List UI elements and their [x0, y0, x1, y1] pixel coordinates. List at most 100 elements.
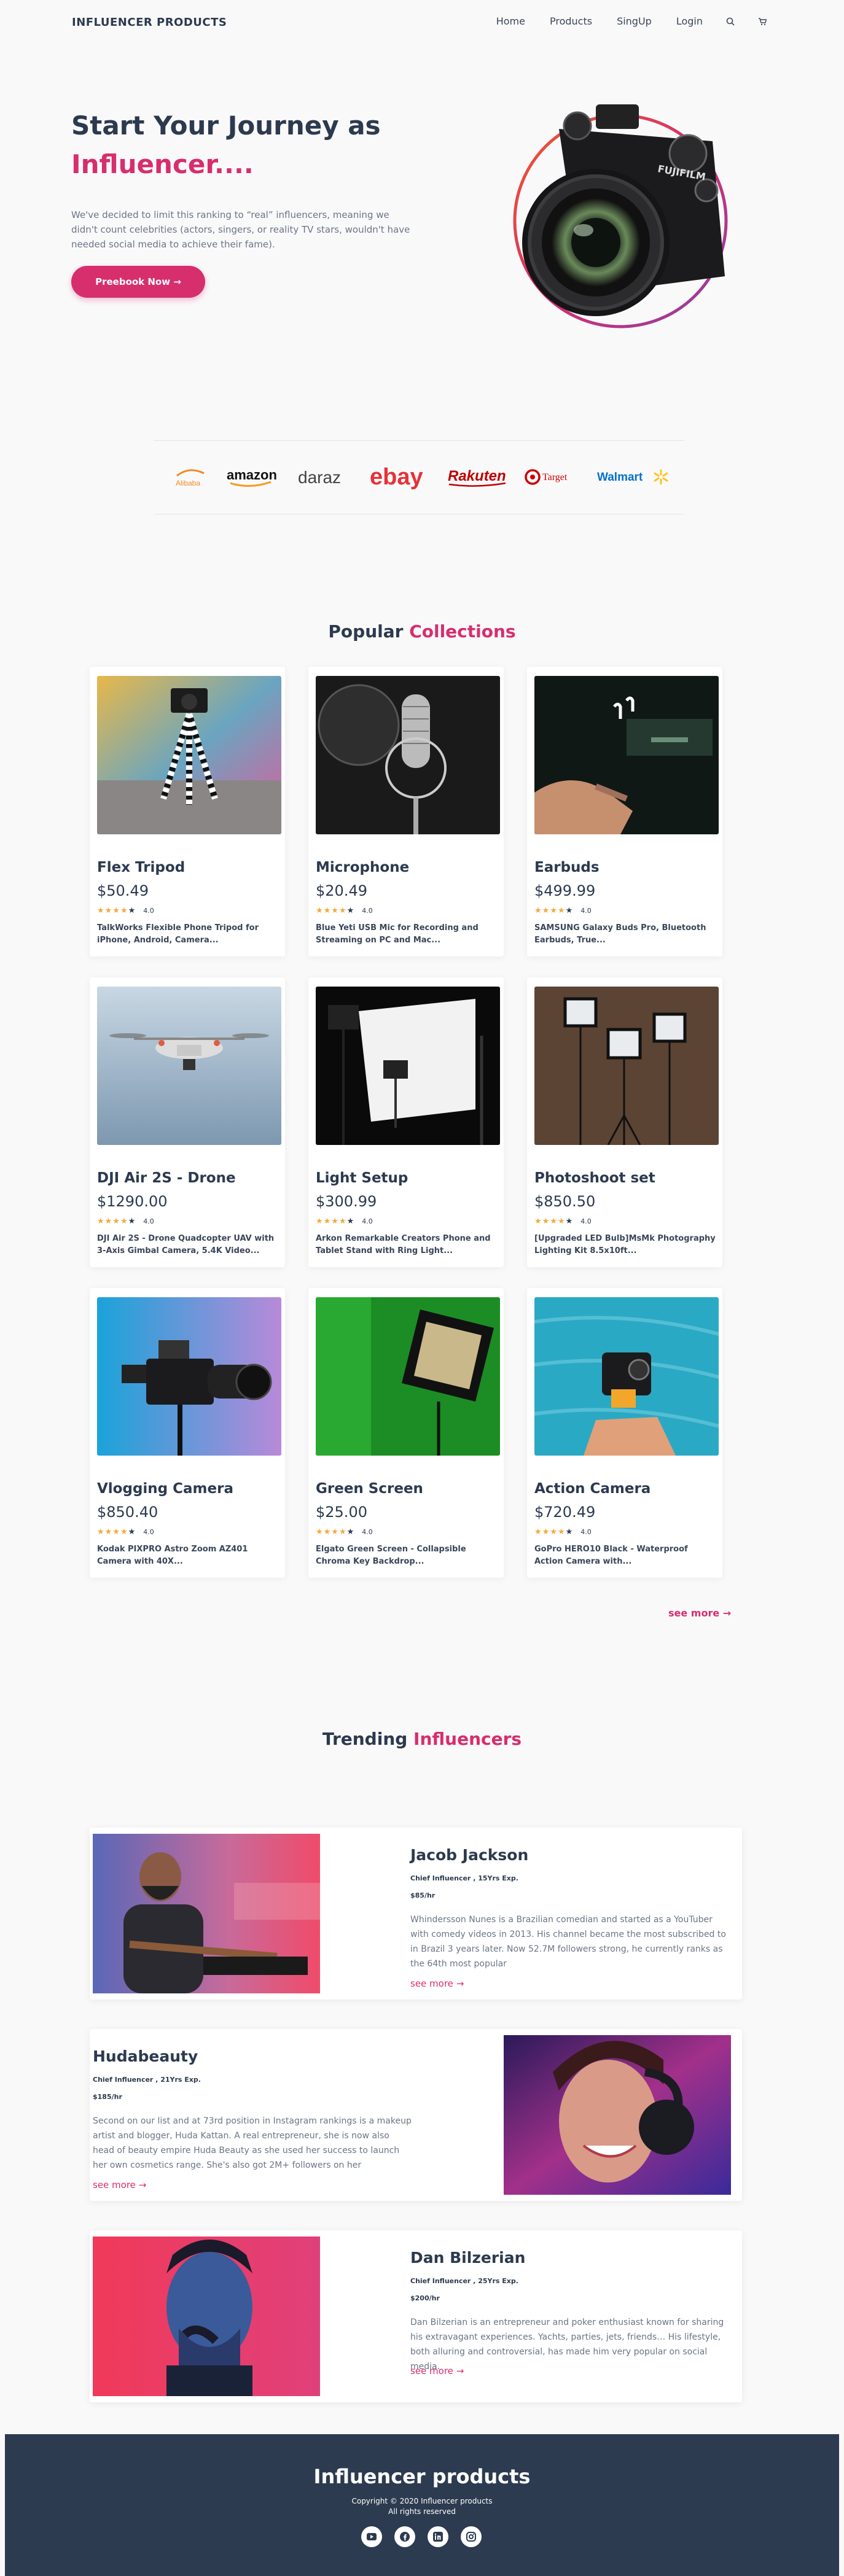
influencer-bio: Whindersson Nunes is a Brazilian comedia…	[410, 1915, 726, 1969]
influencer-see-more-link[interactable]: see more →	[93, 2179, 146, 2190]
rakuten-logo[interactable]: Rakuten	[447, 465, 508, 489]
product-card-earbuds[interactable]: Earbuds $499.99 ★★★★★ 4.0 SAMSUNG Galaxy …	[527, 667, 722, 956]
hero-camera-illustration: FUJIFILM	[491, 92, 737, 338]
product-description: Elgato Green Screen - Collapsible Chroma…	[316, 1545, 466, 1566]
product-image-action-camera	[534, 1297, 719, 1456]
influencer-name: Hudabeauty	[93, 2047, 198, 2065]
product-image-drone	[97, 987, 281, 1145]
influencers-title-accent: Influencers	[413, 1729, 522, 1749]
footer-title: Influencer products	[313, 2465, 531, 2488]
product-description: TalkWorks Flexible Phone Tripod for iPho…	[97, 923, 259, 945]
product-price: $850.40	[97, 1503, 158, 1521]
product-name: DJI Air 2S - Drone	[97, 1170, 236, 1186]
hero-title-line1: Start Your Journey as	[71, 111, 381, 141]
svg-text:Target: Target	[542, 472, 568, 483]
product-description: Arkon Remarkable Creators Phone and Tabl…	[316, 1234, 491, 1255]
nav-home-link[interactable]: Home	[496, 15, 525, 27]
star-rating-icon: ★★★★★	[97, 1527, 136, 1537]
influencer-card-dan-bilzerian[interactable]: Dan Bilzerian Chief Influencer , 25Yrs E…	[90, 2230, 742, 2402]
nav-signup-link[interactable]: SingUp	[617, 15, 652, 27]
product-price: $499.99	[534, 882, 596, 899]
instagram-icon[interactable]	[461, 2526, 482, 2547]
svg-text:Alibaba: Alibaba	[176, 479, 200, 487]
product-card-light-setup[interactable]: Light Setup $300.99 ★★★★★ 4.0 Arkon Remar…	[308, 977, 504, 1267]
collections-title-accent: Collections	[409, 621, 516, 642]
svg-text:Rakuten: Rakuten	[448, 468, 506, 484]
product-card-green-screen[interactable]: Green Screen $25.00 ★★★★★ 4.0 Elgato Gree…	[308, 1288, 504, 1578]
amazon-logo[interactable]: amazon	[225, 465, 281, 489]
product-card-action-camera[interactable]: Action Camera $720.49 ★★★★★ 4.0 GoPro HER…	[527, 1288, 722, 1578]
product-price: $850.50	[534, 1193, 596, 1210]
star-rating-icon: ★★★★★	[316, 906, 355, 915]
product-rating: ★★★★★ 4.0	[534, 1217, 592, 1226]
rating-value: 4.0	[580, 907, 592, 915]
influencer-rate: $200/hr	[410, 2294, 440, 2302]
product-price: $20.49	[316, 882, 367, 899]
product-card-drone[interactable]: DJI Air 2S - Drone $1290.00 ★★★★★ 4.0 DJI…	[90, 977, 285, 1267]
product-image-tripod	[97, 676, 281, 834]
brand-logo-text[interactable]: INFLUENCER PRODUCTS	[72, 16, 227, 29]
star-rating-icon: ★★★★★	[534, 1527, 574, 1537]
prebook-now-button[interactable]: Preebook Now →	[71, 266, 205, 298]
rating-value: 4.0	[362, 1528, 373, 1536]
collections-see-more-link[interactable]: see more →	[668, 1607, 731, 1619]
product-image-green-screen	[316, 1297, 500, 1456]
product-card-photoshoot-set[interactable]: Photoshoot set $850.50 ★★★★★ 4.0 [Upgrade…	[527, 977, 722, 1267]
product-name: Earbuds	[534, 859, 600, 875]
product-description: Kodak PIXPRO Astro Zoom AZ401 Camera wit…	[97, 1545, 248, 1566]
influencer-see-more-link[interactable]: see more →	[410, 2365, 464, 2376]
hero-title-line2: Influencer....	[71, 149, 254, 179]
collections-title-main: Popular	[328, 621, 410, 642]
product-card-vlogging-camera[interactable]: Vlogging Camera $850.40 ★★★★★ 4.0 Kodak P…	[90, 1288, 285, 1578]
svg-text:ebay: ebay	[370, 464, 423, 490]
facebook-icon[interactable]	[394, 2526, 415, 2547]
influencers-section-title: Trending Influencers	[0, 1729, 844, 1749]
daraz-logo[interactable]: daraz	[297, 465, 352, 489]
youtube-icon[interactable]	[361, 2526, 382, 2547]
product-card-microphone[interactable]: Microphone $20.49 ★★★★★ 4.0 Blue Yeti USB…	[308, 667, 504, 956]
influencer-card-jacob-jackson[interactable]: Jacob Jackson Chief Influencer , 15Yrs E…	[90, 1828, 742, 2000]
influencer-role: Chief Influencer , 21Yrs Exp.	[93, 2076, 201, 2084]
search-icon[interactable]	[726, 17, 735, 26]
product-name: Microphone	[316, 859, 410, 875]
star-rating-icon: ★★★★★	[97, 1217, 136, 1226]
see-more-label: see more	[668, 1607, 720, 1619]
alibaba-logo[interactable]: Alibaba	[172, 465, 209, 489]
product-image-earbuds	[534, 676, 719, 834]
product-description: SAMSUNG Galaxy Buds Pro, Bluetooth Earbu…	[534, 923, 706, 945]
svg-text:amazon: amazon	[227, 467, 277, 483]
product-name: Light Setup	[316, 1170, 408, 1186]
nav-login-link[interactable]: Login	[676, 15, 703, 27]
product-rating: ★★★★★ 4.0	[97, 1217, 154, 1226]
rating-value: 4.0	[362, 907, 373, 915]
influencer-photo	[93, 1834, 320, 1993]
influencer-name: Dan Bilzerian	[410, 2249, 526, 2267]
nav-links: Home Products SingUp Login	[472, 15, 767, 27]
influencer-name: Jacob Jackson	[410, 1846, 529, 1864]
product-card-flex-tripod[interactable]: Flex Tripod $50.49 ★★★★★ 4.0 TalkWorks Fl…	[90, 667, 285, 956]
cart-icon[interactable]	[758, 17, 767, 26]
rights-line: All rights reserved	[388, 2507, 456, 2516]
star-rating-icon: ★★★★★	[97, 906, 136, 915]
walmart-logo[interactable]: Walmart	[596, 465, 670, 489]
product-name: Action Camera	[534, 1481, 651, 1497]
nav-products-link[interactable]: Products	[550, 15, 592, 27]
product-description: GoPro HERO10 Black - Waterproof Action C…	[534, 1545, 688, 1566]
star-rating-icon: ★★★★★	[316, 1527, 355, 1537]
influencer-card-hudabeauty[interactable]: Hudabeauty Chief Influencer , 21Yrs Exp.…	[90, 2029, 742, 2201]
see-more-label: see more	[93, 2179, 136, 2190]
influencer-photo	[93, 2237, 320, 2396]
product-image-light-setup	[316, 987, 500, 1145]
product-description: DJI Air 2S - Drone Quadcopter UAV with 3…	[97, 1234, 275, 1255]
product-rating: ★★★★★ 4.0	[97, 1527, 154, 1537]
ebay-logo[interactable]: ebay	[369, 464, 430, 491]
target-logo[interactable]: Target	[524, 465, 579, 489]
influencer-rate: $185/hr	[93, 2093, 122, 2101]
influencer-see-more-link[interactable]: see more →	[410, 1978, 464, 1989]
hero-description: We've decided to limit this ranking to “…	[71, 209, 410, 250]
brand-logos-strip: Alibaba amazon daraz ebay Rakuten Target…	[172, 462, 670, 492]
linkedin-icon[interactable]	[428, 2526, 448, 2547]
arrow-right-icon: →	[456, 2365, 464, 2376]
rating-value: 4.0	[143, 1217, 154, 1225]
rating-value: 4.0	[362, 1217, 373, 1225]
